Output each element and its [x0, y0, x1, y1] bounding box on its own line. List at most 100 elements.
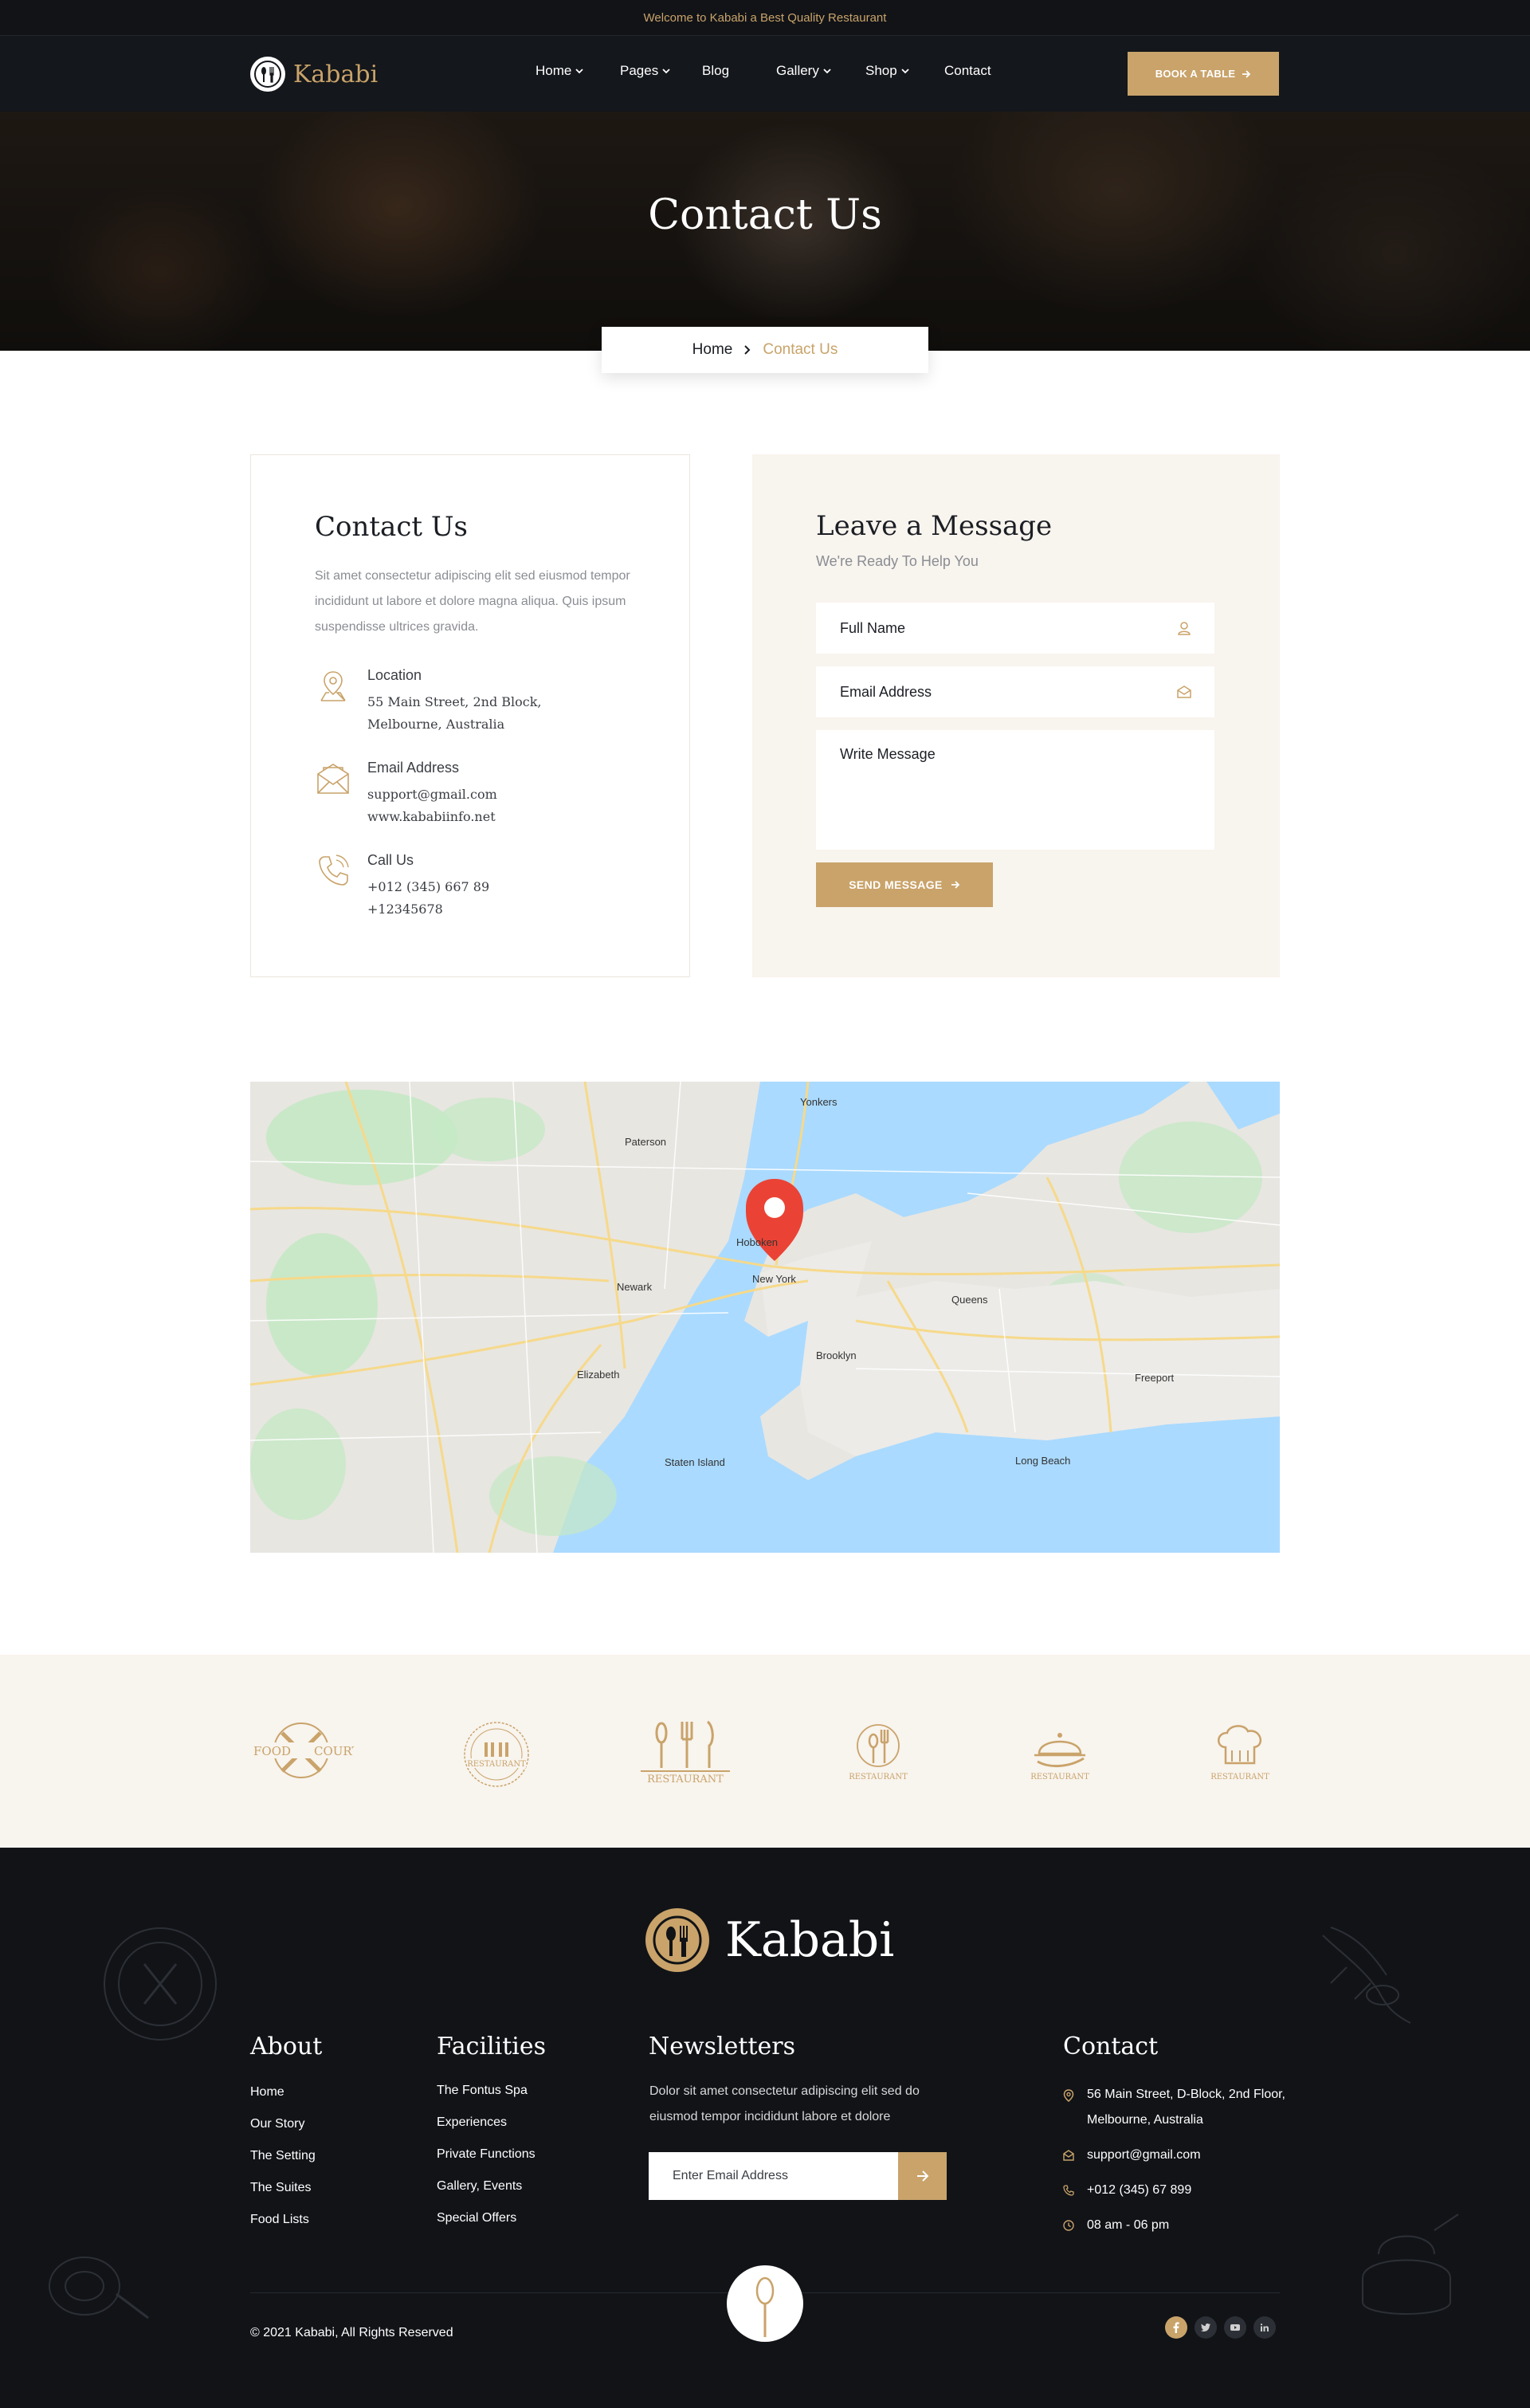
- brand-text-restaurant-3: RESTAURANT: [849, 1773, 908, 1781]
- spoon-icon: [755, 2276, 775, 2337]
- footer-link-private-functions[interactable]: Private Functions: [437, 2147, 536, 2162]
- map-label-new-york: New York: [752, 1273, 796, 1285]
- footer-phone-text: +012 (345) 67 899: [1087, 2183, 1192, 2197]
- map-pin-icon: [1063, 2089, 1074, 2102]
- nav-contact-label: Contact: [944, 63, 991, 78]
- welcome-text: Welcome to Kababi a Best Quality Restaur…: [643, 10, 887, 25]
- nav-blog[interactable]: Blog: [702, 63, 729, 79]
- footer-address: 56 Main Street, D-Block, 2nd Floor, Melb…: [1063, 2082, 1285, 2133]
- footer-facilities-title: Facilities: [437, 2033, 547, 2060]
- envelope-open-icon: [1063, 2150, 1074, 2161]
- email-placeholder: Email Address: [840, 683, 932, 700]
- arrow-right-icon: [1242, 69, 1251, 78]
- arrow-right-icon: [916, 2170, 928, 2182]
- map-label-staten-island: Staten Island: [665, 1456, 725, 1468]
- newsletter-placeholder: Enter Email Address: [673, 2169, 788, 2182]
- brand-logo-restaurant-cloche: RESTAURANT: [1030, 1733, 1089, 1781]
- location-label: Location: [367, 667, 422, 683]
- plate-doodle-icon: [104, 1927, 217, 2041]
- footer-link-home[interactable]: Home: [250, 2085, 284, 2100]
- location-line-1: 55 Main Street, 2nd Block,: [367, 694, 542, 709]
- send-message-button[interactable]: SEND MESSAGE: [816, 862, 993, 907]
- footer-link-our-story[interactable]: Our Story: [250, 2117, 304, 2131]
- brand-logo-restaurant-spoon: RESTAURANT: [849, 1724, 908, 1781]
- cake-doodle-icon: [1362, 2214, 1459, 2315]
- book-table-button[interactable]: BOOK A TABLE: [1128, 52, 1279, 96]
- location-map[interactable]: New York Newark Brooklyn Queens Elizabet…: [250, 1082, 1280, 1553]
- email-field[interactable]: Email Address: [816, 666, 1214, 717]
- footer-email-text: support@gmail.com: [1087, 2148, 1201, 2162]
- book-table-label: BOOK A TABLE: [1155, 68, 1236, 80]
- website-line[interactable]: www.kababiinfo.net: [367, 809, 496, 824]
- nav-pages[interactable]: Pages: [620, 63, 670, 79]
- phone-line-2[interactable]: +12345678: [367, 902, 443, 917]
- brand-text-restaurant-5: RESTAURANT: [1210, 1773, 1269, 1781]
- newsletter-description: Dolor sit amet consectetur adipiscing el…: [649, 2084, 920, 2123]
- map-label-paterson: Paterson: [625, 1136, 666, 1148]
- scroll-to-top-button[interactable]: [727, 2265, 803, 2342]
- user-icon: [1178, 622, 1191, 635]
- page-hero-banner: Contact Us: [0, 112, 1530, 351]
- message-form-subtitle: We're Ready To Help You: [816, 553, 979, 569]
- youtube-icon[interactable]: [1224, 2316, 1246, 2339]
- map-label-brooklyn: Brooklyn: [816, 1349, 857, 1361]
- nav-home[interactable]: Home: [536, 63, 583, 79]
- footer-address-line-1: 56 Main Street, D-Block, 2nd Floor,: [1087, 2088, 1285, 2101]
- chevron-down-icon: [662, 69, 670, 74]
- nav-gallery[interactable]: Gallery: [776, 63, 831, 79]
- full-name-field[interactable]: Full Name: [816, 603, 1214, 654]
- phone-icon: [1063, 2185, 1074, 2196]
- logo-icon: [250, 57, 285, 92]
- footer-about-title: About: [250, 2033, 323, 2060]
- map-label-queens: Queens: [951, 1294, 988, 1306]
- nav-pages-label: Pages: [620, 63, 659, 78]
- site-footer: Kababi About Home Our Story The Setting …: [0, 1848, 1530, 2408]
- footer-logo-icon: [645, 1908, 709, 1972]
- footer-link-special-offers[interactable]: Special Offers: [437, 2211, 516, 2225]
- map-label-long-beach: Long Beach: [1015, 1455, 1070, 1467]
- brand-text-court: COURT: [314, 1744, 354, 1758]
- map-label-elizabeth: Elizabeth: [577, 1369, 619, 1381]
- site-logo[interactable]: Kababi: [250, 57, 378, 92]
- nav-shop[interactable]: Shop: [865, 63, 909, 79]
- phone-line-1[interactable]: +012 (345) 667 89: [367, 879, 489, 894]
- newsletter-email-input[interactable]: Enter Email Address: [649, 2152, 898, 2200]
- newsletter-submit-button[interactable]: [898, 2152, 947, 2200]
- chevron-down-icon: [575, 69, 583, 74]
- message-form-card: Leave a Message We're Ready To Help You …: [752, 454, 1280, 977]
- social-links: [1165, 2316, 1276, 2339]
- site-header: Kababi Home Pages Blog Gallery Shop Cont…: [0, 35, 1530, 112]
- brand-text-restaurant-1: RESTAURANT: [467, 1760, 526, 1769]
- linkedin-icon[interactable]: [1253, 2316, 1276, 2339]
- map-label-yonkers: Yonkers: [800, 1096, 838, 1108]
- map-label-freeport: Freeport: [1135, 1372, 1175, 1384]
- footer-newsletter-title: Newsletters: [649, 2033, 796, 2060]
- meat-doodle-icon: [49, 2257, 149, 2320]
- facebook-icon[interactable]: [1165, 2316, 1187, 2339]
- phone-label: Call Us: [367, 852, 414, 868]
- nav-contact[interactable]: Contact: [944, 63, 991, 79]
- nav-home-label: Home: [536, 63, 572, 78]
- footer-link-experiences[interactable]: Experiences: [437, 2115, 507, 2130]
- map-label-newark: Newark: [617, 1281, 653, 1293]
- footer-link-fontus-spa[interactable]: The Fontus Spa: [437, 2084, 528, 2098]
- message-textarea[interactable]: Write Message: [816, 730, 1214, 850]
- footer-link-suites[interactable]: The Suites: [250, 2181, 311, 2195]
- logo-text: Kababi: [293, 60, 379, 88]
- footer-link-setting[interactable]: The Setting: [250, 2149, 316, 2163]
- footer-logo[interactable]: Kababi: [645, 1908, 894, 1972]
- phone-icon: [319, 854, 349, 886]
- nav-shop-label: Shop: [865, 63, 897, 78]
- footer-link-gallery-events[interactable]: Gallery, Events: [437, 2179, 522, 2194]
- copyright-text: © 2021 Kababi, All Rights Reserved: [250, 2326, 453, 2339]
- breadcrumb: Home Contact Us: [602, 327, 928, 373]
- twitter-icon[interactable]: [1195, 2316, 1217, 2339]
- footer-email[interactable]: support@gmail.com: [1063, 2143, 1201, 2168]
- breadcrumb-home-link[interactable]: Home: [692, 341, 733, 359]
- contact-info-card: Contact Us Sit amet consectetur adipisci…: [250, 454, 690, 977]
- email-line-1[interactable]: support@gmail.com: [367, 787, 497, 802]
- footer-link-food-lists[interactable]: Food Lists: [250, 2213, 309, 2227]
- message-placeholder: Write Message: [840, 746, 936, 762]
- footer-phone[interactable]: +012 (345) 67 899: [1063, 2178, 1191, 2203]
- nav-blog-label: Blog: [702, 63, 730, 78]
